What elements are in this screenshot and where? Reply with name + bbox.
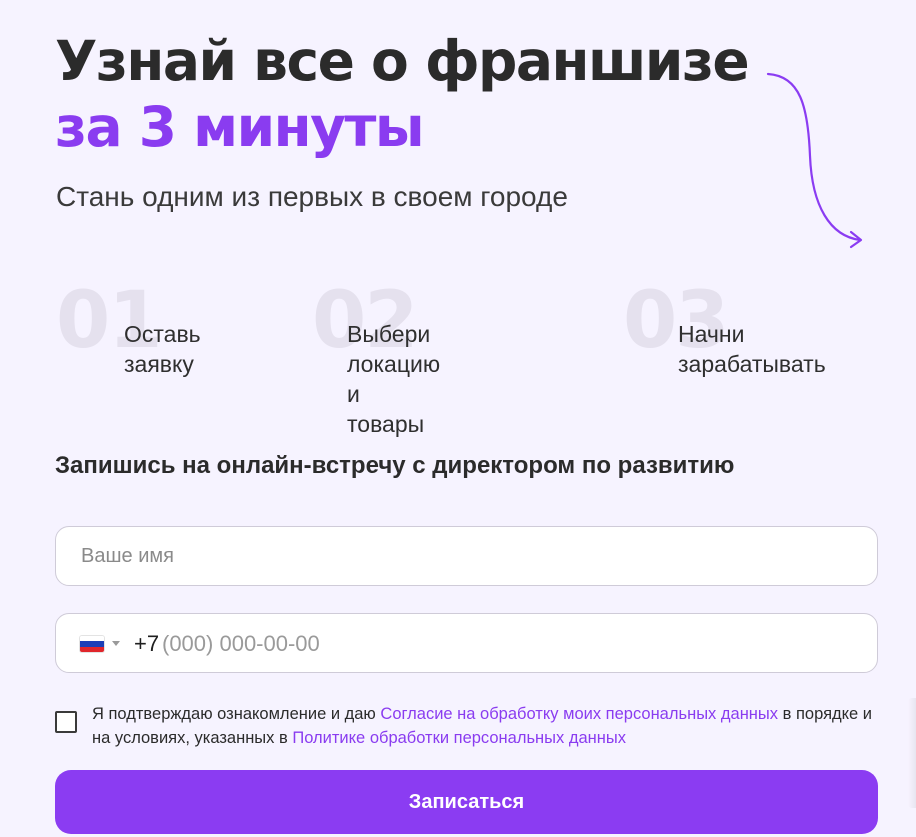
consent-checkbox[interactable] (55, 711, 77, 733)
headline-line-2: за 3 минуты (55, 95, 425, 159)
name-field-container (55, 526, 878, 586)
headline-line-1: Узнай все о франшизе (55, 29, 750, 93)
curved-arrow-icon (766, 72, 863, 249)
step-label: Начни зарабатывать (678, 321, 826, 377)
scroll-edge (908, 698, 916, 808)
page-subtitle: Стань одним из первых в своем городе (56, 181, 568, 212)
phone-country-code: +7 (134, 631, 160, 656)
name-input[interactable] (56, 527, 841, 585)
page-headline: Узнай все о франшизе за 3 минуты (55, 28, 750, 160)
phone-field-container: +7 (55, 613, 878, 673)
submit-button[interactable]: Записаться (55, 770, 878, 834)
consent-text-part-1: Я подтверждаю ознакомление и даю (92, 705, 381, 723)
step-label: Выбери локацию и товары (347, 321, 441, 437)
form-title: Запишись на онлайн-встречу с директором … (55, 452, 735, 479)
phone-input[interactable] (162, 624, 762, 664)
russia-flag-icon[interactable] (80, 636, 104, 652)
consent-text: Я подтверждаю ознакомление и даю Согласи… (92, 702, 872, 750)
privacy-policy-link[interactable]: Политике обработки персональных данных (292, 729, 626, 747)
chevron-down-icon[interactable] (112, 641, 120, 646)
step-label: Оставь заявку (124, 321, 201, 377)
consent-agreement-link[interactable]: Согласие на обработку моих персональных … (380, 705, 778, 723)
